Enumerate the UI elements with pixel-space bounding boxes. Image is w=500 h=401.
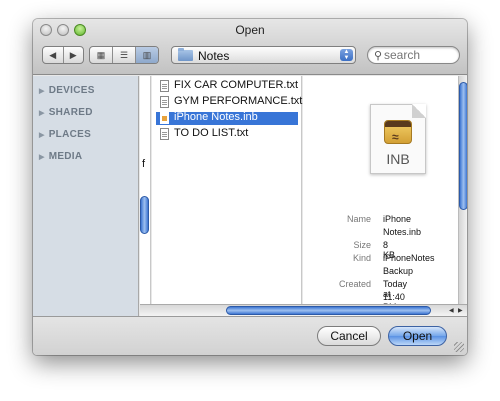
sidebar-item-media[interactable]: ▶ MEDIA (39, 151, 82, 162)
scroll-left-icon: ◀ (449, 308, 454, 314)
parent-column-scrollbar[interactable] (140, 76, 150, 304)
iphone-notes-app-icon: ≈ (384, 120, 412, 144)
forward-button[interactable]: ▶ (64, 47, 84, 63)
list-view-button[interactable]: ☰ (113, 47, 136, 63)
list-view-icon: ☰ (119, 49, 129, 60)
folder-icon (178, 48, 193, 61)
back-button[interactable]: ◀ (43, 47, 64, 63)
chevron-left-icon: ◀ (49, 49, 57, 60)
browser-column-files: FIX CAR COMPUTER.txt GYM PERFORMANCE.txt… (152, 76, 302, 316)
text-document-icon (160, 80, 169, 92)
location-label: Notes (198, 49, 230, 63)
scroll-arrows[interactable]: ◀ ▶ (445, 305, 467, 316)
icon-view-icon: ▦ (96, 49, 106, 60)
open-button[interactable]: Open (388, 326, 447, 346)
chevron-right-icon: ▶ (69, 49, 77, 60)
column-view-button[interactable]: ▥ (136, 47, 158, 63)
search-icon: ⚲ (374, 50, 383, 62)
preview-pane: ≈ INB Name iPhone Notes.inb Size 8 KB Ki… (303, 76, 467, 316)
dialog-footer: Cancel Open (33, 316, 467, 355)
text-document-icon (160, 96, 169, 108)
preview-scrollbar[interactable] (458, 76, 467, 304)
sidebar-item-devices[interactable]: ▶ DEVICES (39, 85, 95, 96)
window-title: Open (235, 23, 265, 37)
disclosure-triangle-icon: ▶ (39, 88, 45, 95)
text-document-icon (160, 128, 169, 140)
disclosure-triangle-icon: ▶ (39, 154, 45, 161)
toolbar: Open ◀ ▶ ▦ ☰ ▥ Notes ▲ ▼ ⚲ (33, 19, 467, 75)
sidebar-item-shared[interactable]: ▶ SHARED (39, 107, 93, 118)
horizontal-scrollbar[interactable]: ◀ ▶ (140, 304, 467, 316)
column-view-icon: ▥ (142, 49, 152, 60)
file-extension-label: INB (386, 151, 410, 167)
horizontal-scroll-thumb[interactable] (226, 306, 431, 315)
sidebar-item-places[interactable]: ▶ PLACES (39, 129, 91, 140)
open-dialog: Open ◀ ▶ ▦ ☰ ▥ Notes ▲▼ ⚲ ▶DEVICES ▶SHAR… (33, 19, 467, 355)
location-popup[interactable]: Notes ▲ ▼ (171, 46, 356, 64)
resize-grip-icon[interactable] (454, 342, 464, 352)
popup-arrows-icon: ▲ ▼ (340, 49, 353, 61)
cancel-button[interactable]: Cancel (317, 326, 381, 346)
search-input[interactable] (384, 48, 456, 62)
search-field[interactable]: ⚲ (367, 46, 460, 64)
list-item-selected[interactable]: iPhone Notes.inb (156, 111, 298, 125)
iphone-notes-document-icon (160, 112, 169, 124)
icon-view-button[interactable]: ▦ (90, 47, 113, 63)
back-forward-control: ◀ ▶ (42, 46, 84, 64)
browser-column-parent[interactable]: f (140, 76, 151, 316)
scroll-right-icon: ▶ (458, 308, 463, 314)
document-preview-icon: ≈ INB (370, 104, 426, 174)
sidebar: ▶ DEVICES ▶ SHARED ▶ PLACES ▶ MEDIA (33, 76, 139, 316)
disclosure-triangle-icon: ▶ (39, 110, 45, 117)
list-item[interactable]: GYM PERFORMANCE.txt (160, 95, 302, 109)
list-item[interactable]: FIX CAR COMPUTER.txt (160, 79, 298, 93)
preview-scroll-thumb[interactable] (459, 82, 467, 210)
list-item[interactable]: TO DO LIST.txt (160, 127, 298, 141)
view-mode-control: ▦ ☰ ▥ (89, 46, 159, 64)
parent-column-scroll-thumb[interactable] (140, 196, 149, 234)
disclosure-triangle-icon: ▶ (39, 132, 45, 139)
